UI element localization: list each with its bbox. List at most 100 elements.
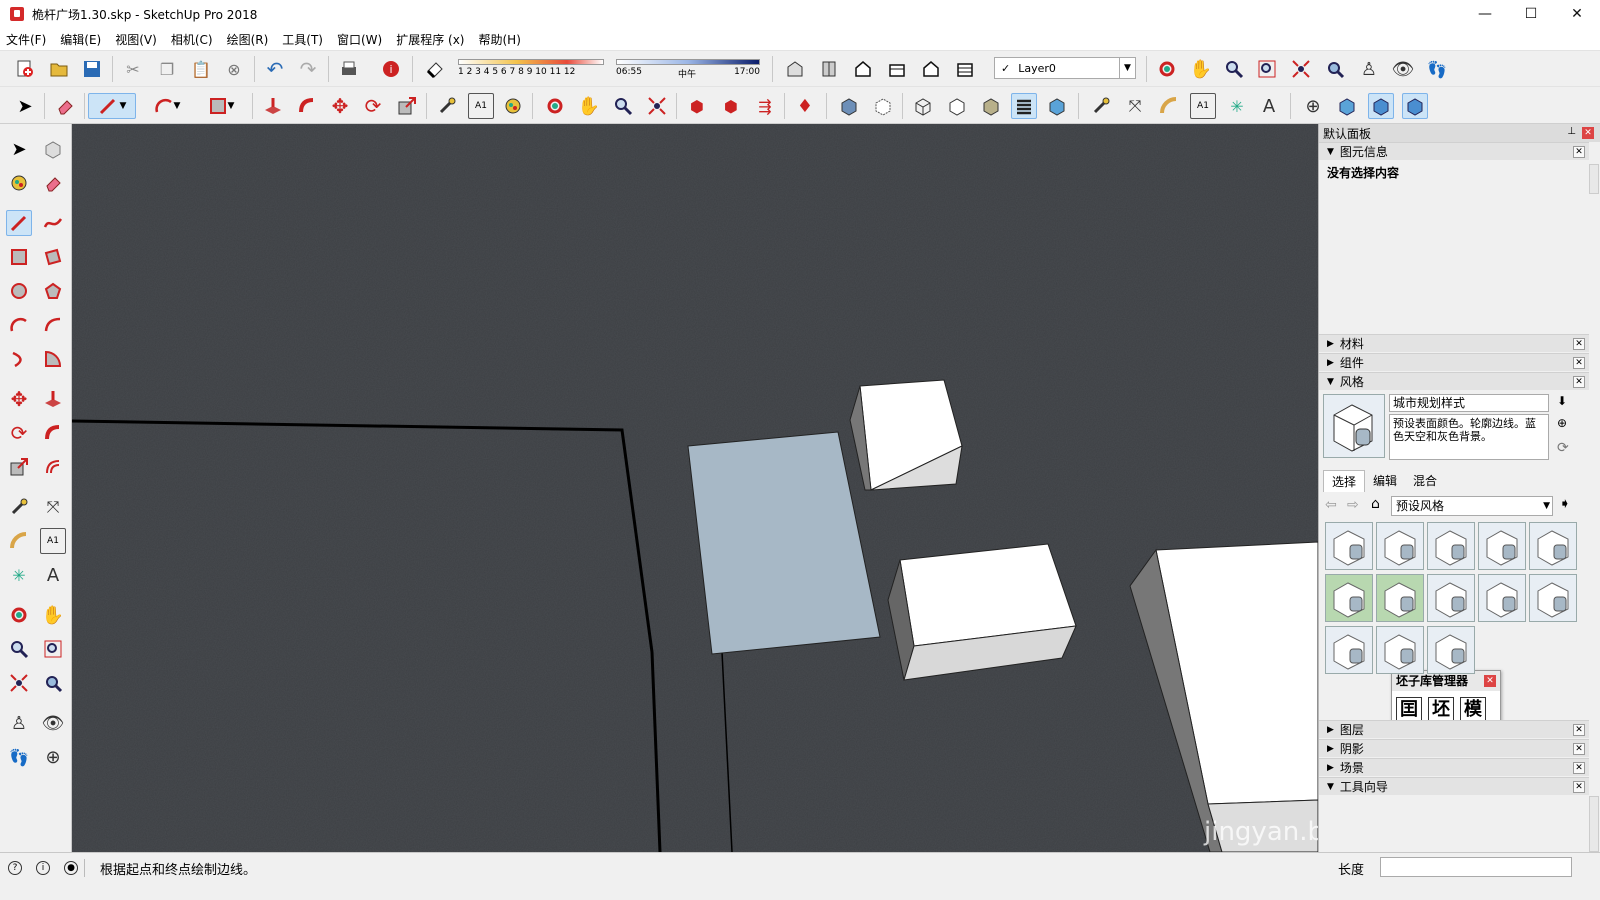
tab-edit[interactable]: 编辑	[1365, 470, 1405, 492]
style-thumbnail-6[interactable]	[1325, 574, 1373, 622]
menu-tools[interactable]: 工具(T)	[282, 31, 323, 48]
close-icon[interactable]: ✕	[1573, 146, 1585, 158]
select-arrow-icon[interactable]: ➤	[12, 93, 38, 119]
close-icon[interactable]: ✕	[1573, 724, 1585, 736]
menu-extensions[interactable]: 扩展程序 (x)	[396, 31, 464, 48]
instructor-header[interactable]: ▼ 工具向导 ✕	[1319, 777, 1589, 795]
wireframe-style-icon[interactable]	[910, 93, 936, 119]
hidden-line-style-icon[interactable]	[944, 93, 970, 119]
look-around-icon[interactable]: 👁	[40, 710, 66, 736]
zoom-window-icon[interactable]	[40, 636, 66, 662]
measurements-input[interactable]	[1380, 857, 1572, 877]
menu-view[interactable]: 视图(V)	[115, 31, 157, 48]
push-pull-icon[interactable]	[40, 386, 66, 412]
layers-header[interactable]: ▶ 图层 ✕	[1319, 720, 1589, 738]
open-folder-icon[interactable]	[46, 56, 72, 82]
style-thumbnail-12[interactable]	[1376, 626, 1424, 674]
close-button[interactable]: ✕	[1554, 0, 1600, 28]
style-name-field[interactable]: 城市规划样式	[1389, 394, 1549, 412]
pan-tool-icon[interactable]: ✋	[576, 93, 602, 119]
right-view-icon[interactable]	[884, 56, 910, 82]
shadow-time-slider[interactable]: 06:55 中午 17:00	[616, 59, 760, 81]
scrollbar[interactable]	[1589, 796, 1599, 852]
erase-selection-icon[interactable]: ⊗	[221, 56, 247, 82]
close-icon[interactable]: ✕	[1573, 762, 1585, 774]
scenes-header[interactable]: ▶ 场景 ✕	[1319, 758, 1589, 776]
user-account-icon[interactable]: ●	[64, 861, 78, 875]
menu-edit[interactable]: 编辑(E)	[60, 31, 101, 48]
zoom-extents-icon[interactable]	[1288, 56, 1314, 82]
maximize-button[interactable]: ☐	[1508, 0, 1554, 28]
style-thumbnail-8[interactable]	[1427, 574, 1475, 622]
forward-arrow-icon[interactable]: ⇨	[1347, 497, 1359, 513]
make-component-icon[interactable]	[40, 136, 66, 162]
scale-icon[interactable]	[394, 93, 420, 119]
axes-icon[interactable]: ✳	[1224, 93, 1250, 119]
chevron-down-icon[interactable]: ▼	[174, 101, 181, 111]
close-icon[interactable]: ✕	[1484, 675, 1496, 687]
style-thumbnail-9[interactable]	[1478, 574, 1526, 622]
menu-draw[interactable]: 绘图(R)	[227, 31, 269, 48]
share-component-icon[interactable]: ⬢	[718, 93, 744, 119]
print-icon[interactable]	[336, 56, 362, 82]
pan-hand-icon[interactable]: ✋	[40, 602, 66, 628]
extension-warehouse-icon[interactable]: ⇶	[752, 93, 778, 119]
zoom-window-icon[interactable]	[1254, 56, 1280, 82]
model-viewport[interactable]: Bai 经验 jingyan.baidu.com	[72, 124, 1318, 852]
paint-bucket-icon[interactable]	[6, 170, 32, 196]
paint-bucket-icon[interactable]	[500, 93, 526, 119]
move-icon[interactable]: ✥	[6, 386, 32, 412]
warehouse-icon[interactable]: ⬢	[684, 93, 710, 119]
style-thumbnail-3[interactable]	[1427, 522, 1475, 570]
back-view-icon[interactable]	[918, 56, 944, 82]
select-icon[interactable]: ➤	[6, 136, 32, 162]
look-around-icon[interactable]: 👁	[1390, 56, 1416, 82]
close-icon[interactable]: ✕	[1573, 781, 1585, 793]
section-fill-icon[interactable]	[1402, 93, 1428, 119]
tray-close-icon[interactable]: ✕	[1582, 127, 1594, 139]
3d-text-icon[interactable]: A	[40, 562, 66, 588]
style-thumbnail-2[interactable]	[1376, 522, 1424, 570]
tab-select[interactable]: 选择	[1323, 470, 1366, 492]
shadows-header[interactable]: ▶ 阴影 ✕	[1319, 739, 1589, 757]
scrollbar[interactable]	[1589, 164, 1599, 194]
eraser-icon[interactable]	[52, 93, 78, 119]
rotated-rectangle-icon[interactable]	[40, 244, 66, 270]
save-icon[interactable]	[79, 56, 105, 82]
style-thumbnail-4[interactable]	[1478, 522, 1526, 570]
tape-tool-icon[interactable]	[1088, 93, 1114, 119]
geo-location-icon[interactable]: ?	[8, 861, 22, 875]
paste-icon[interactable]: 📋	[188, 56, 214, 82]
text-tool-icon[interactable]: A1	[40, 528, 66, 554]
copy-icon[interactable]: ❐	[154, 56, 180, 82]
polygon-icon[interactable]	[40, 278, 66, 304]
rotate-icon[interactable]: ⟳	[360, 93, 386, 119]
tape-measure-icon[interactable]	[434, 93, 460, 119]
position-camera-icon[interactable]: ♙	[1356, 56, 1382, 82]
line-tool-button[interactable]: ▼	[88, 93, 136, 119]
follow-me-icon[interactable]	[294, 93, 320, 119]
walk-icon[interactable]: 👣	[6, 744, 32, 770]
back-arrow-icon[interactable]: ⇦	[1325, 497, 1337, 513]
redo-icon[interactable]: ↷	[295, 56, 321, 82]
menu-file[interactable]: 文件(F)	[6, 31, 46, 48]
chevron-down-icon[interactable]: ▼	[1119, 58, 1135, 78]
previous-view-icon[interactable]	[40, 670, 66, 696]
walk-icon[interactable]: 👣	[1424, 56, 1450, 82]
refresh-icon[interactable]: ⟳	[1557, 440, 1569, 456]
previous-view-icon[interactable]	[1322, 56, 1348, 82]
close-icon[interactable]: ✕	[1573, 376, 1585, 388]
3d-text-icon[interactable]: A	[1256, 93, 1282, 119]
pie-icon[interactable]	[40, 346, 66, 372]
section-plane-icon[interactable]: ⊕	[40, 744, 66, 770]
info-icon[interactable]: i	[36, 861, 50, 875]
top-view-icon[interactable]	[816, 56, 842, 82]
text-label-icon[interactable]: A1	[1190, 93, 1216, 119]
home-icon[interactable]: ⌂	[1371, 496, 1380, 512]
zoom-icon[interactable]	[6, 636, 32, 662]
follow-me-icon[interactable]	[40, 420, 66, 446]
protractor-icon[interactable]	[1156, 93, 1182, 119]
three-point-arc-icon[interactable]	[6, 346, 32, 372]
back-edges-style-icon[interactable]	[870, 93, 896, 119]
create-style-icon[interactable]: ⊕	[1557, 416, 1567, 430]
